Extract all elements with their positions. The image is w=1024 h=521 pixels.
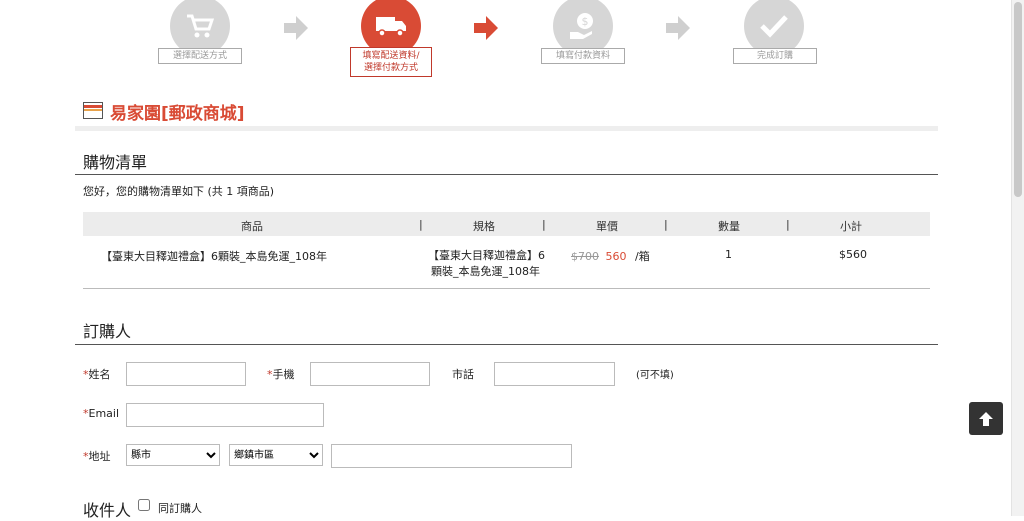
- price-unit: /箱: [635, 250, 650, 263]
- row-product: 【臺東大目釋迦禮盒】6顆裝_本島免運_108年: [101, 250, 327, 263]
- email-label-text: Email: [88, 407, 120, 420]
- scrollbar-thumb[interactable]: [1014, 2, 1022, 197]
- header-product: 商品: [241, 220, 263, 233]
- phone-label: 市話: [452, 368, 474, 381]
- address-label-text: 地址: [88, 450, 111, 463]
- header-sep: |: [664, 218, 668, 231]
- row-spec-line2: 顆裝_本島免運_108年: [431, 265, 540, 278]
- same-as-buyer-label: 同訂購人: [158, 502, 202, 515]
- mobile-input[interactable]: [310, 362, 430, 386]
- cart-icon: [187, 14, 215, 38]
- name-input[interactable]: [126, 362, 246, 386]
- step-2-label-line1: 填寫配送資料/: [362, 51, 420, 61]
- header-sep: |: [542, 218, 546, 231]
- buyer-title-divider: [75, 344, 938, 345]
- svg-text:$: $: [582, 15, 589, 28]
- page-scrollbar[interactable]: [1011, 0, 1024, 516]
- header-sep: |: [419, 218, 423, 231]
- city-select[interactable]: 縣市: [126, 444, 220, 466]
- header-sep: |: [786, 218, 790, 231]
- arrow-right-icon: [474, 16, 498, 40]
- sale-price: 560: [605, 250, 627, 263]
- header-price: 單價: [596, 220, 618, 233]
- store-divider: [75, 126, 938, 131]
- truck-icon: [376, 17, 406, 37]
- money-icon: $: [570, 13, 593, 39]
- same-as-buyer-checkbox[interactable]: [138, 499, 150, 511]
- optional-note: (可不填): [636, 370, 674, 381]
- cart-title-divider: [75, 174, 938, 175]
- row-spec: 【臺東大目釋迦禮盒】6 顆裝_本島免運_108年: [428, 248, 545, 280]
- header-spec: 規格: [473, 220, 495, 233]
- row-spec-line1: 【臺東大目釋迦禮盒】6: [428, 249, 545, 262]
- mobile-label-text: 手機: [272, 368, 295, 381]
- cart-table-header: 商品 | 規格 | 單價 | 數量 | 小計: [83, 212, 930, 236]
- email-label: *Email: [83, 407, 119, 420]
- step-1-label: 選擇配送方式: [158, 48, 242, 64]
- cart-title: 購物清單: [83, 153, 148, 172]
- email-input[interactable]: [126, 403, 324, 427]
- name-label: *姓名: [83, 366, 111, 382]
- buyer-title: 訂購人: [83, 322, 132, 341]
- district-select[interactable]: 鄉鎮市區: [229, 444, 323, 466]
- step-3-label: 填寫付款資料: [541, 48, 625, 64]
- arrow-up-icon: [979, 411, 993, 426]
- table-bottom-divider: [83, 288, 930, 289]
- header-subtotal: 小計: [840, 220, 862, 233]
- cart-greeting: 您好，您的購物清單如下 (共 1 項商品): [83, 185, 275, 198]
- store-card-icon: [83, 102, 103, 119]
- arrow-right-icon: [284, 16, 308, 40]
- step-4-label: 完成訂購: [733, 48, 817, 64]
- step-2-label: 填寫配送資料/ 選擇付款方式: [350, 47, 432, 77]
- store-name: 易家園[郵政商城]: [110, 104, 245, 124]
- address-input[interactable]: [331, 444, 572, 468]
- mobile-label: *手機: [267, 366, 295, 382]
- back-to-top-button[interactable]: [969, 402, 1003, 435]
- check-icon: [760, 15, 788, 38]
- phone-input[interactable]: [494, 362, 615, 386]
- row-qty: 1: [725, 248, 732, 261]
- recipient-title: 收件人: [83, 501, 132, 520]
- header-qty: 數量: [718, 220, 740, 233]
- step-2-label-line2: 選擇付款方式: [363, 63, 418, 73]
- arrow-right-icon: [666, 16, 690, 40]
- address-label: *地址: [83, 448, 111, 464]
- name-label-text: 姓名: [88, 368, 111, 381]
- row-price: $700 560 /箱: [571, 248, 650, 264]
- old-price: $700: [571, 250, 599, 263]
- row-subtotal: $560: [839, 248, 867, 261]
